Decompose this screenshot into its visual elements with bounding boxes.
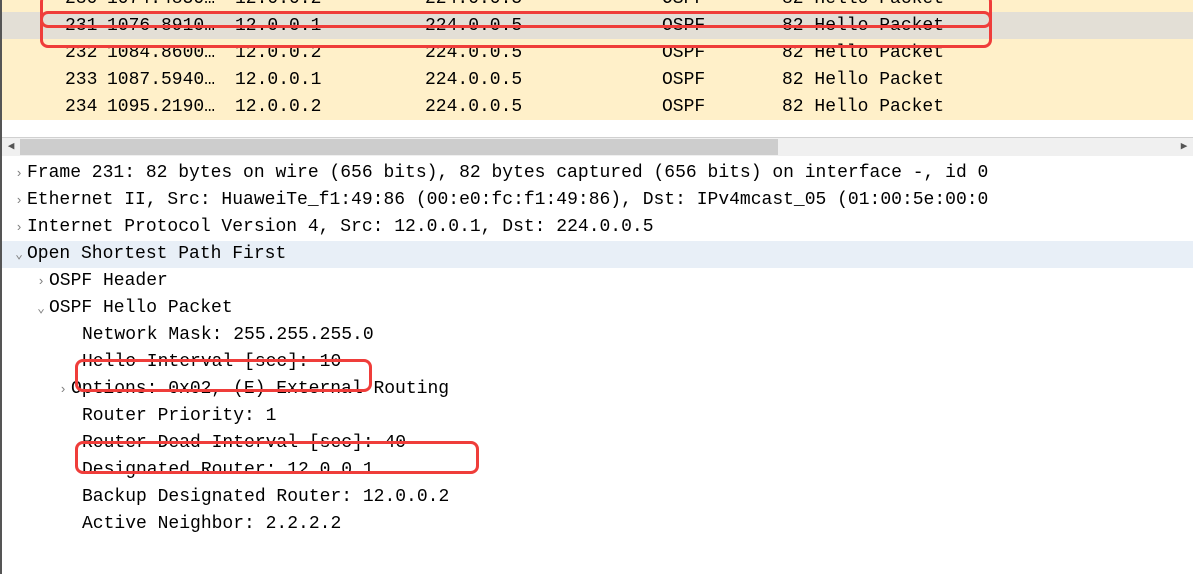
scroll-right-icon[interactable]: ▶ [1175,138,1193,156]
cell-src: 12.0.0.2 [235,94,425,120]
tree-label: Designated Router: 12.0.0.1 [82,457,374,484]
cell-time: 1074.4850… [107,0,235,12]
table-row[interactable]: 232 1084.8600… 12.0.0.2 224.0.0.5 OSPF 8… [2,39,1193,66]
cell-dst: 224.0.0.5 [425,13,662,39]
tree-label: Router Dead Interval [sec]: 40 [82,430,406,457]
tree-label: Active Neighbor: 2.2.2.2 [82,511,341,538]
cell-proto: OSPF [662,67,782,93]
chevron-down-icon[interactable]: ⌄ [11,241,27,268]
tree-label: Open Shortest Path First [27,241,286,268]
tree-label: Ethernet II, Src: HuaweiTe_f1:49:86 (00:… [27,187,988,214]
table-row[interactable]: 233 1087.5940… 12.0.0.1 224.0.0.5 OSPF 8… [2,66,1193,93]
tree-leaf-router-priority[interactable]: Router Priority: 1 [2,403,1193,430]
tree-node-ip[interactable]: › Internet Protocol Version 4, Src: 12.0… [2,214,1193,241]
cell-time: 1084.8600… [107,40,235,66]
cell-src: 12.0.0.1 [235,13,425,39]
tree-leaf-network-mask[interactable]: Network Mask: 255.255.255.0 [2,322,1193,349]
table-row[interactable]: 231 1076.8910… 12.0.0.1 224.0.0.5 OSPF 8… [2,12,1193,39]
tree-node-options[interactable]: › Options: 0x02, (E) External Routing [2,376,1193,403]
tree-label: OSPF Hello Packet [49,295,233,322]
tree-label: Network Mask: 255.255.255.0 [82,322,374,349]
cell-proto: OSPF [662,13,782,39]
cell-proto: OSPF [662,40,782,66]
table-row [2,120,1193,126]
tree-node-ospf[interactable]: ⌄ Open Shortest Path First [2,241,1193,268]
cell-info: 82 Hello Packet [782,13,1193,39]
cell-src: 12.0.0.2 [235,40,425,66]
cell-time: 1095.2190… [107,94,235,120]
cell-no: 234 [65,94,107,120]
cell-time: 1076.8910… [107,13,235,39]
tree-label: Router Priority: 1 [82,403,276,430]
tree-leaf-active-neighbor[interactable]: Active Neighbor: 2.2.2.2 [2,511,1193,538]
tree-label: Hello Interval [sec]: 10 [82,349,341,376]
tree-node-ospf-header[interactable]: › OSPF Header [2,268,1193,295]
packet-list[interactable]: 230 1074.4850… 12.0.0.2 224.0.0.5 OSPF 8… [2,0,1193,137]
tree-label: Frame 231: 82 bytes on wire (656 bits), … [27,160,988,187]
tree-leaf-designated-router[interactable]: Designated Router: 12.0.0.1 [2,457,1193,484]
cell-proto: OSPF [662,94,782,120]
cell-dst: 224.0.0.5 [425,67,662,93]
chevron-right-icon[interactable]: › [11,214,27,241]
table-row[interactable]: 230 1074.4850… 12.0.0.2 224.0.0.5 OSPF 8… [2,0,1193,12]
chevron-right-icon[interactable]: › [11,187,27,214]
cell-src: 12.0.0.1 [235,67,425,93]
cell-no: 231 [65,13,107,39]
scroll-left-icon[interactable]: ◀ [2,138,20,156]
chevron-down-icon[interactable]: ⌄ [33,295,49,322]
tree-node-hello-packet[interactable]: ⌄ OSPF Hello Packet [2,295,1193,322]
tree-node-ethernet[interactable]: › Ethernet II, Src: HuaweiTe_f1:49:86 (0… [2,187,1193,214]
tree-label: Backup Designated Router: 12.0.0.2 [82,484,449,511]
cell-dst: 224.0.0.5 [425,94,662,120]
cell-dst: 224.0.0.5 [425,0,662,12]
cell-no: 233 [65,67,107,93]
table-row[interactable]: 234 1095.2190… 12.0.0.2 224.0.0.5 OSPF 8… [2,93,1193,120]
tree-node-frame[interactable]: › Frame 231: 82 bytes on wire (656 bits)… [2,160,1193,187]
cell-dst: 224.0.0.5 [425,40,662,66]
chevron-right-icon[interactable]: › [11,160,27,187]
horizontal-scrollbar[interactable]: ◀ ▶ [2,137,1193,156]
cell-no: 232 [65,40,107,66]
cell-info: 82 Hello Packet [782,40,1193,66]
cell-src: 12.0.0.2 [235,0,425,12]
tree-leaf-backup-dr[interactable]: Backup Designated Router: 12.0.0.2 [2,484,1193,511]
tree-label: Options: 0x02, (E) External Routing [71,376,449,403]
tree-label: OSPF Header [49,268,168,295]
scrollbar-thumb[interactable] [20,139,778,155]
chevron-right-icon[interactable]: › [33,268,49,295]
packet-details[interactable]: › Frame 231: 82 bytes on wire (656 bits)… [2,156,1193,538]
cell-info: 82 Hello Packet [782,0,1193,12]
tree-label: Internet Protocol Version 4, Src: 12.0.0… [27,214,654,241]
cell-info: 82 Hello Packet [782,94,1193,120]
cell-no: 230 [65,0,107,12]
chevron-right-icon[interactable]: › [55,376,71,403]
tree-leaf-dead-interval[interactable]: Router Dead Interval [sec]: 40 [2,430,1193,457]
tree-leaf-hello-interval[interactable]: Hello Interval [sec]: 10 [2,349,1193,376]
cell-time: 1087.5940… [107,67,235,93]
cell-info: 82 Hello Packet [782,67,1193,93]
cell-proto: OSPF [662,0,782,12]
